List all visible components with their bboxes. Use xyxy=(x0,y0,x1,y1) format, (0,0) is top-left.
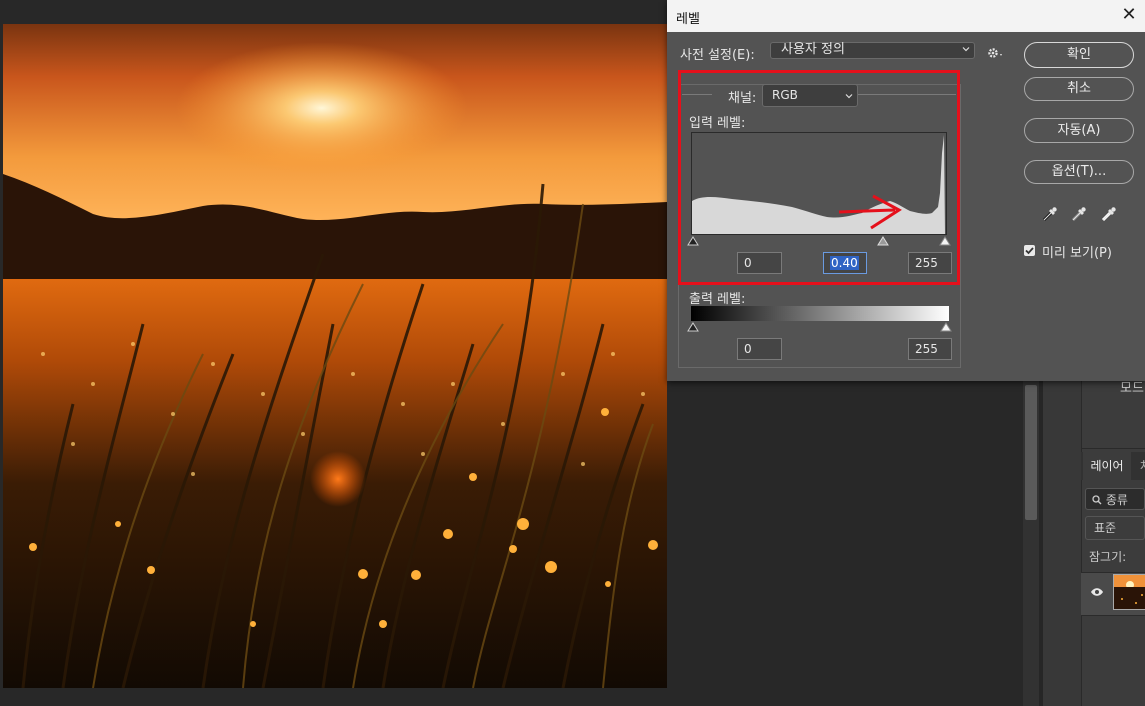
dialog-title: 레벨 xyxy=(676,12,700,27)
ok-button[interactable]: 확인 xyxy=(1024,42,1134,68)
options-button[interactable]: 옵션(T)... xyxy=(1024,160,1134,184)
dialog-titlebar[interactable]: 레벨 ✕ xyxy=(667,0,1145,32)
panel-separator xyxy=(1081,448,1145,449)
output-white-slider[interactable] xyxy=(940,322,952,332)
levels-dialog: 레벨 ✕ 사전 설정(E): 사용자 정의 확인 취소 자동(A) 옵션(T).… xyxy=(667,0,1145,381)
highlight-box xyxy=(678,70,960,285)
output-black-field[interactable]: 0 xyxy=(737,338,782,360)
checkmark-icon xyxy=(1025,247,1034,255)
lock-label: 잠그기: xyxy=(1089,550,1127,564)
preview-label: 미리 보기(P) xyxy=(1042,246,1112,261)
eyedropper-gray-icon[interactable] xyxy=(1070,205,1088,223)
blend-mode-select[interactable]: 표준 xyxy=(1085,516,1145,540)
cancel-button[interactable]: 취소 xyxy=(1024,77,1134,101)
output-white-field[interactable]: 255 xyxy=(908,338,952,360)
auto-button[interactable]: 자동(A) xyxy=(1024,118,1134,143)
output-gradient-bar xyxy=(691,306,949,321)
sunset-grass-image xyxy=(3,24,667,688)
chevron-down-icon xyxy=(962,47,970,52)
output-levels-label: 출력 레벨: xyxy=(689,292,746,307)
tab-layers[interactable]: 레이어 xyxy=(1083,452,1131,480)
output-black-slider[interactable] xyxy=(687,322,699,332)
search-icon xyxy=(1092,495,1102,505)
annotation-arrow-icon xyxy=(838,194,902,230)
layer-thumbnail[interactable] xyxy=(1113,574,1145,610)
preset-value: 사용자 정의 xyxy=(781,42,845,57)
kind-filter-label: 종류 xyxy=(1105,493,1128,507)
layer-kind-filter[interactable]: 종류 xyxy=(1085,488,1145,510)
eyedropper-black-icon[interactable] xyxy=(1041,205,1059,223)
eye-icon[interactable] xyxy=(1090,587,1104,597)
canvas-scrollbar-thumb[interactable] xyxy=(1025,385,1037,520)
preview-checkbox[interactable] xyxy=(1024,245,1035,256)
gear-icon[interactable] xyxy=(987,46,1004,60)
preset-select[interactable]: 사용자 정의 xyxy=(770,42,975,59)
side-panel-strip xyxy=(1043,380,1081,706)
canvas-photo xyxy=(3,24,667,688)
layers-panel xyxy=(1081,380,1145,706)
close-button[interactable]: ✕ xyxy=(1118,4,1140,26)
tab-channels[interactable]: 차 xyxy=(1140,452,1145,480)
eyedropper-white-icon[interactable] xyxy=(1100,205,1118,223)
preset-label: 사전 설정(E): xyxy=(680,48,755,63)
